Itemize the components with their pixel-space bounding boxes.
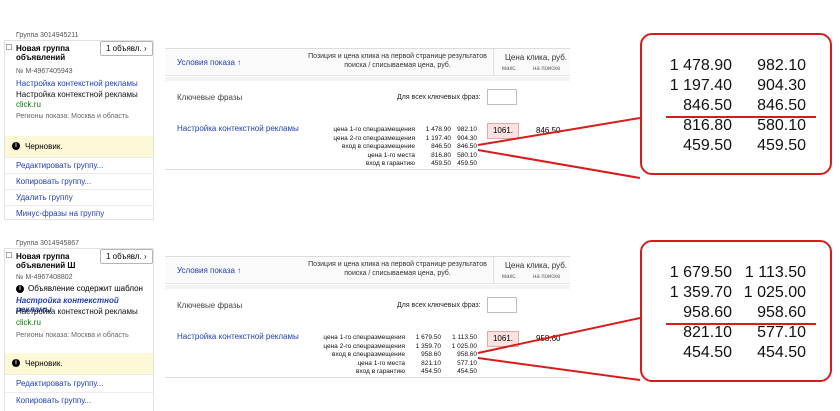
zoom-price-column: 1 478.90 1 197.40 846.50 816.80 459.50	[660, 56, 732, 156]
highlight-underline	[666, 323, 816, 325]
zoom-charged: 1 025.00	[743, 284, 806, 301]
callout-line	[477, 117, 641, 146]
zoom-charged: 577.10	[757, 324, 806, 341]
zoom-callout: 1 478.90 1 197.40 846.50 816.80 459.50 9…	[640, 33, 832, 175]
zoom-price: 816.80	[683, 117, 732, 134]
zoom-price: 459.50	[683, 137, 732, 154]
zoom-price: 1 679.50	[669, 264, 732, 281]
zoom-price-column: 1 679.50 1 359.70 958.60 821.10 454.50	[660, 263, 732, 363]
zoom-charged: 454.50	[757, 344, 806, 361]
callout-line	[477, 317, 641, 354]
zoom-charged: 459.50	[757, 137, 806, 154]
zoom-charged: 580.10	[757, 117, 806, 134]
zoom-charged: 846.50	[757, 97, 806, 114]
zoom-charged: 958.60	[757, 304, 806, 321]
zoom-price: 958.60	[683, 304, 732, 321]
zoom-charged: 904.30	[757, 77, 806, 94]
zoom-charged: 982.10	[757, 57, 806, 74]
zoom-callout: 1 679.50 1 359.70 958.60 821.10 454.50 1…	[640, 240, 832, 382]
zoom-price: 1 478.90	[669, 57, 732, 74]
zoom-price: 821.10	[683, 324, 732, 341]
zoom-charged-column: 982.10 904.30 846.50 580.10 459.50	[738, 56, 806, 156]
zoom-price: 846.50	[683, 97, 732, 114]
callout-line	[477, 357, 641, 381]
callout-line	[477, 149, 641, 179]
zoom-charged-column: 1 113.50 1 025.00 958.60 577.10 454.50	[738, 263, 806, 363]
highlight-underline	[666, 116, 816, 118]
zoom-price: 1 197.40	[669, 77, 732, 94]
zoom-charged: 1 113.50	[744, 264, 806, 281]
zoom-price: 1 359.70	[669, 284, 732, 301]
zoom-price: 454.50	[683, 344, 732, 361]
